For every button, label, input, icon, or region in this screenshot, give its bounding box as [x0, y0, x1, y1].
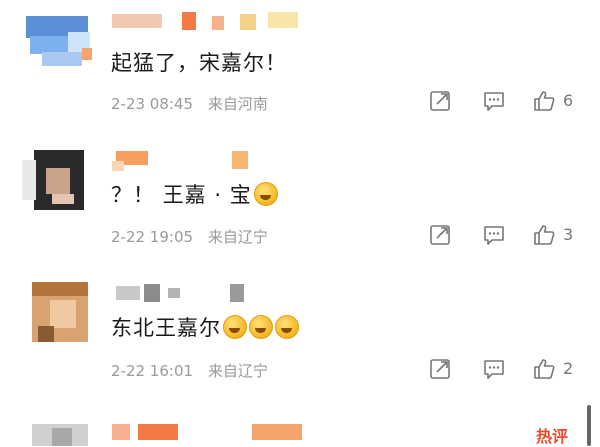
comment-icon[interactable]: [482, 89, 506, 115]
comment-text: 起猛了，宋嘉尔！: [111, 51, 287, 75]
grin-emoji-icon: [253, 182, 278, 206]
comment-date: 2-22 16:01: [111, 362, 194, 380]
comment-date: 2-22 19:05: [111, 228, 194, 246]
scrollbar[interactable]: [587, 405, 591, 446]
avatar[interactable]: [22, 8, 96, 68]
comment-meta: 2-23 08:45 来自河南: [111, 93, 278, 114]
share-icon[interactable]: [428, 357, 452, 383]
username-mosaic[interactable]: [112, 151, 252, 173]
thumbs-up-icon[interactable]: [532, 223, 556, 249]
comment-icon[interactable]: [482, 357, 506, 383]
thinking-emoji-icon: [249, 315, 273, 339]
avatar[interactable]: [22, 420, 96, 446]
thinking-emoji-icon: [223, 315, 247, 339]
username-mosaic[interactable]: [112, 284, 252, 306]
comment-meta: 2-22 19:05 来自辽宁: [111, 226, 278, 247]
avatar[interactable]: [22, 150, 96, 210]
like-count: 2: [563, 359, 574, 378]
comment-text-content: ？！ 王嘉 · 宝: [111, 183, 252, 207]
username-mosaic[interactable]: [112, 424, 312, 446]
comment-actions: 3: [428, 223, 588, 249]
comment-text: 东北王嘉尔: [111, 312, 299, 342]
comment-text: ？！ 王嘉 · 宝: [111, 179, 278, 209]
hot-comment-label: 热评: [536, 427, 569, 446]
comment-text-content: 东北王嘉尔: [111, 316, 221, 340]
username-mosaic[interactable]: [112, 12, 302, 34]
thumbs-up-icon[interactable]: [532, 89, 556, 115]
comment-icon[interactable]: [482, 223, 506, 249]
thinking-emoji-icon: [275, 315, 299, 339]
comment-date: 2-23 08:45: [111, 95, 194, 113]
comment-actions: 2: [428, 357, 588, 383]
share-icon[interactable]: [428, 89, 452, 115]
comment-actions: 6: [428, 89, 588, 115]
comment-meta: 2-22 16:01 来自辽宁: [111, 360, 278, 381]
comment-location: 来自辽宁: [207, 362, 268, 380]
comment-location: 来自河南: [207, 95, 268, 113]
like-count: 3: [563, 225, 574, 244]
thumbs-up-icon[interactable]: [532, 357, 556, 383]
share-icon[interactable]: [428, 223, 452, 249]
comment-location: 来自辽宁: [207, 228, 268, 246]
like-count: 6: [563, 91, 574, 110]
avatar[interactable]: [22, 282, 96, 342]
